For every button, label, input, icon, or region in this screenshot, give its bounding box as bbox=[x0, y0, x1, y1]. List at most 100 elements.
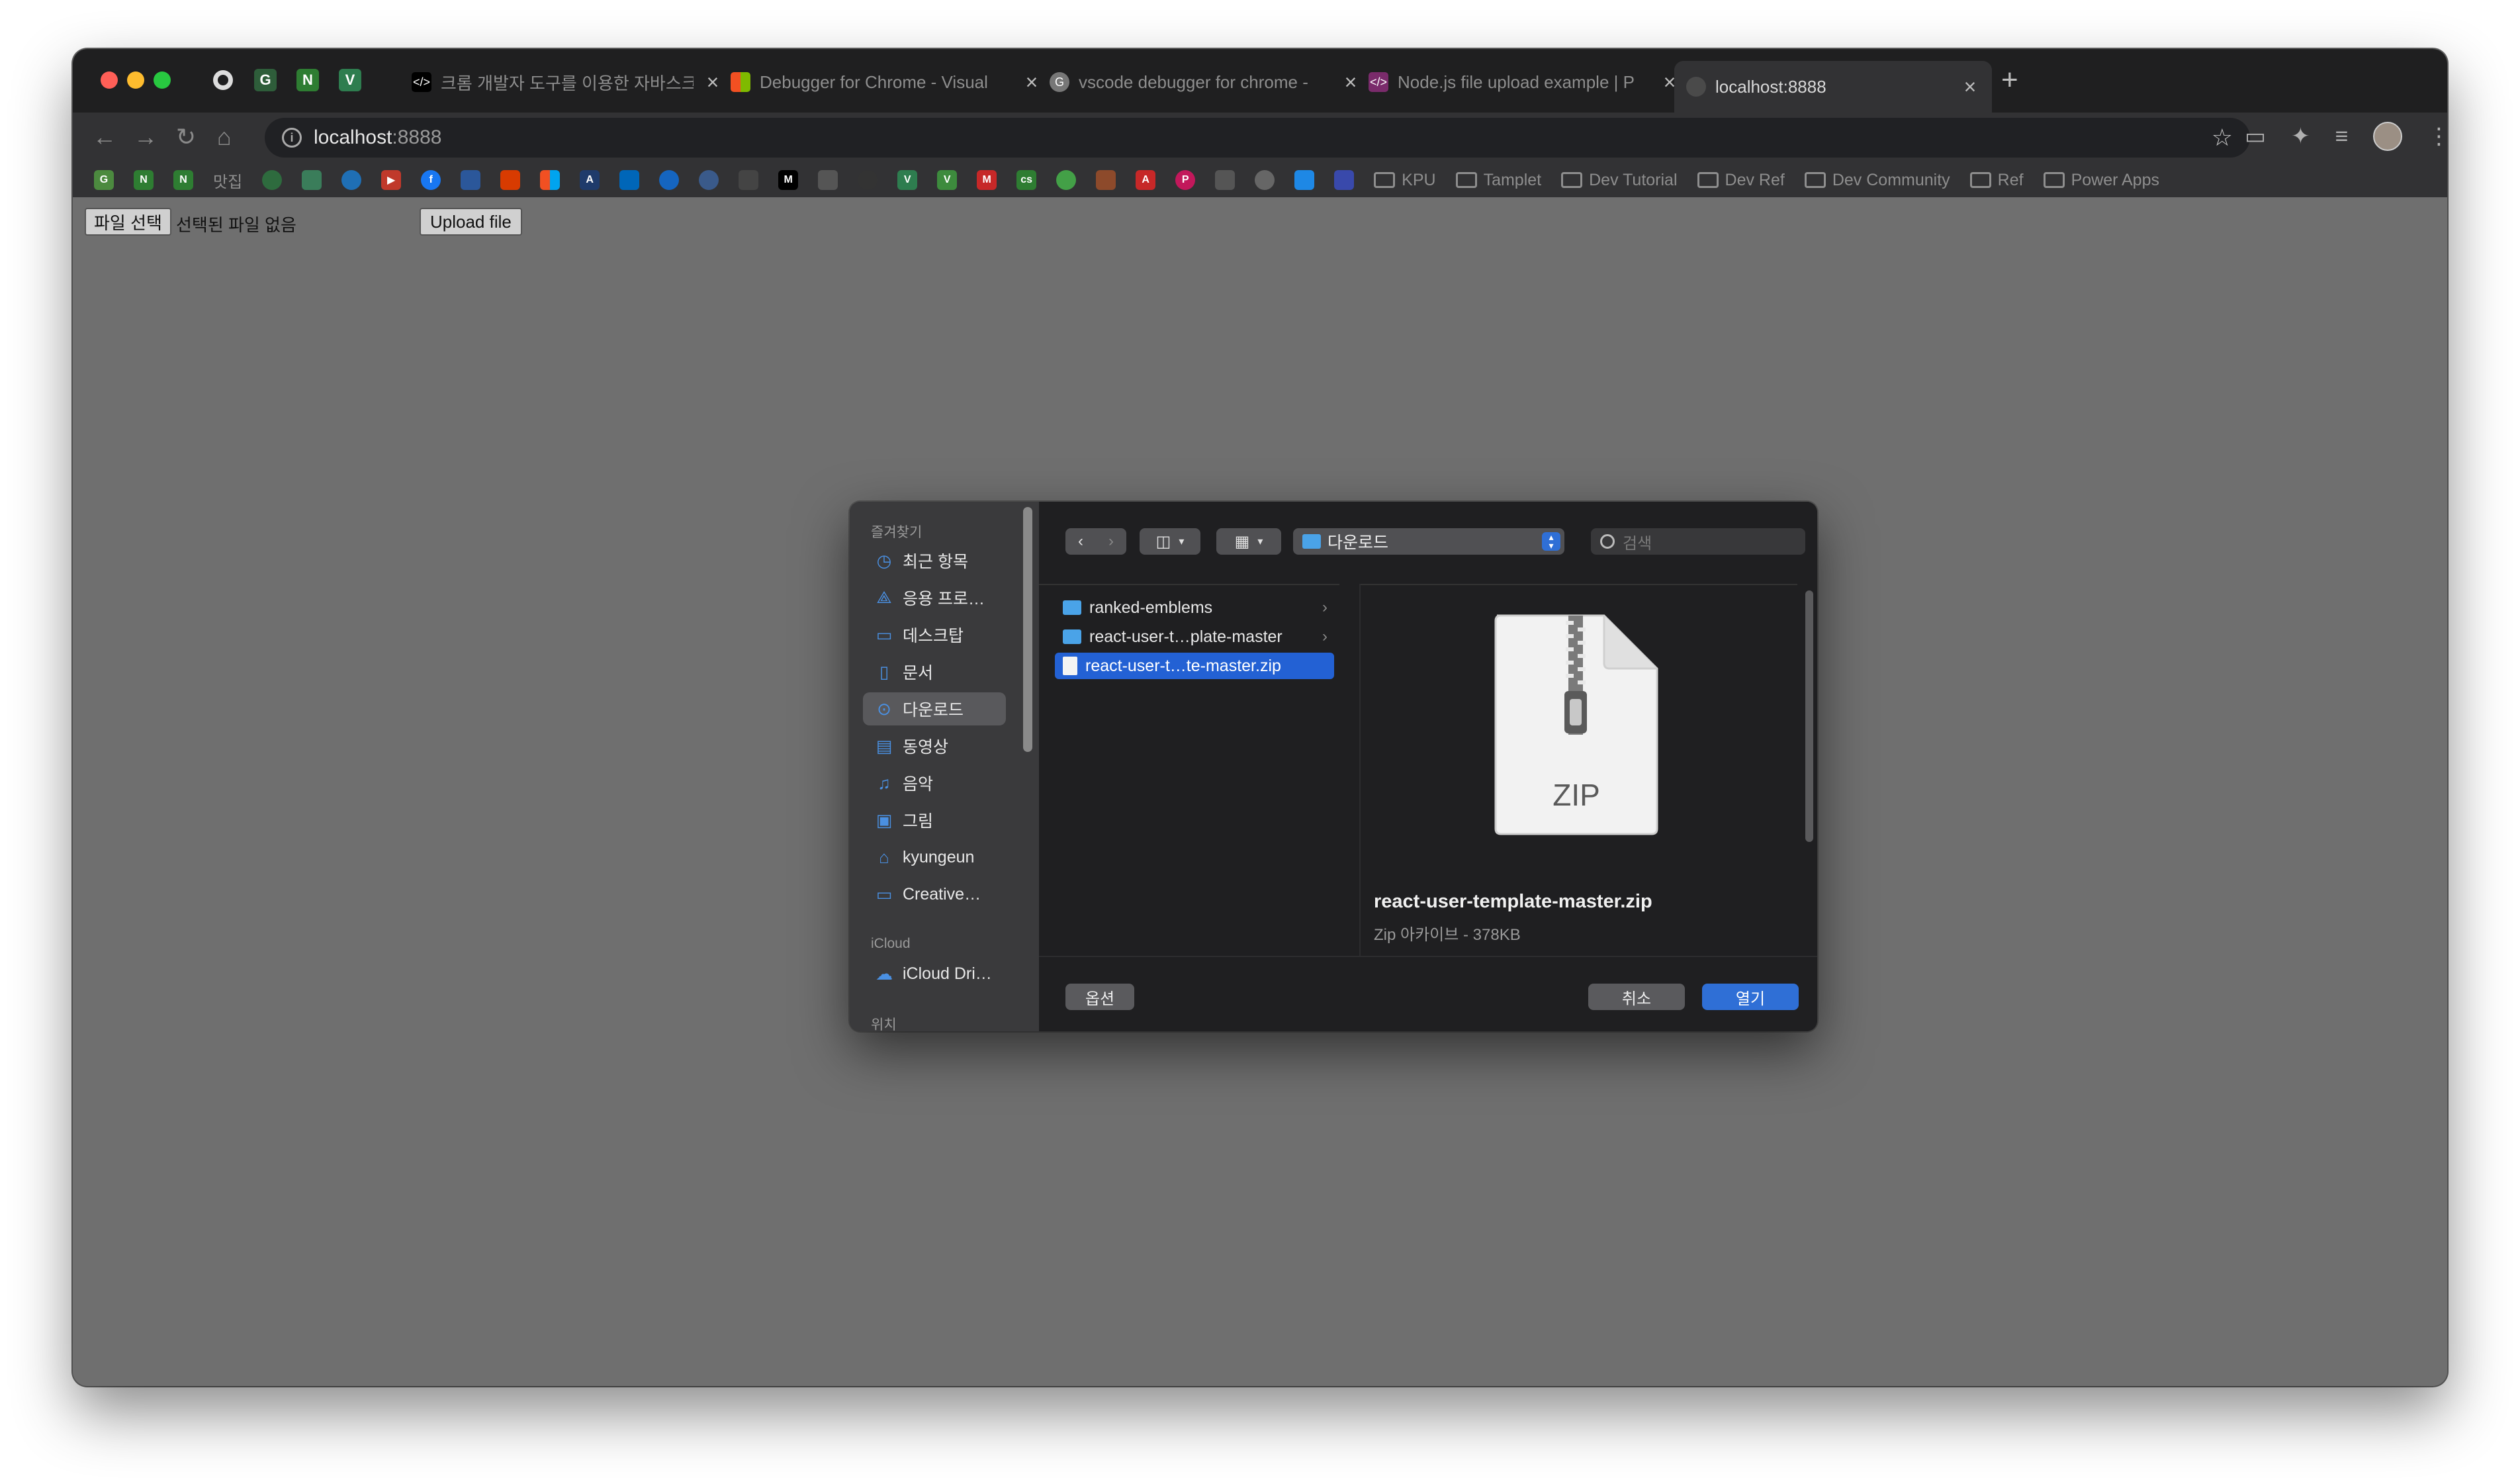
github-icon[interactable] bbox=[212, 69, 234, 91]
site-info-icon[interactable]: i bbox=[282, 128, 302, 148]
extensions-icon[interactable]: ✦ bbox=[2291, 123, 2310, 150]
bookmark-icon[interactable]: cs bbox=[1016, 170, 1037, 190]
sidebar-item-home[interactable]: ⌂ kyungeun bbox=[863, 841, 1006, 874]
bookmark-folder-dev-ref[interactable]: Dev Ref bbox=[1697, 171, 1785, 190]
bookmark-icon[interactable] bbox=[461, 170, 481, 190]
globe-icon[interactable] bbox=[699, 170, 719, 190]
sidebar-item-music[interactable]: ♫ 음악 bbox=[863, 766, 1006, 800]
close-tab-icon[interactable]: × bbox=[703, 70, 723, 95]
bookmark-folder-tamplet[interactable]: Tamplet bbox=[1455, 171, 1541, 190]
bookmark-icon[interactable] bbox=[1215, 170, 1236, 190]
columns-view-button[interactable]: ◫ ▾ bbox=[1140, 528, 1200, 555]
sidebar-item-creative[interactable]: ▭ Creative… bbox=[863, 878, 1006, 911]
cancel-button[interactable]: 취소 bbox=[1588, 984, 1685, 1010]
bookmark-icon[interactable] bbox=[1056, 170, 1077, 190]
forward-icon[interactable]: → bbox=[134, 123, 158, 151]
facebook-icon[interactable]: f bbox=[421, 170, 441, 190]
bookmark-icon[interactable] bbox=[1096, 170, 1116, 190]
bookmark-icon[interactable] bbox=[1334, 170, 1355, 190]
close-tab-icon[interactable]: × bbox=[1022, 70, 1042, 95]
sidebar-item-documents[interactable]: ▯ 문서 bbox=[863, 655, 1006, 688]
choose-file-button[interactable]: 파일 선택 bbox=[85, 208, 171, 236]
cast-icon[interactable]: ▭ bbox=[2245, 123, 2266, 150]
bookmark-icon[interactable] bbox=[341, 170, 362, 190]
bookmark-icon[interactable] bbox=[1255, 170, 1275, 190]
options-button[interactable]: 옵션 bbox=[1065, 984, 1134, 1010]
sidebar-scrollbar[interactable] bbox=[1023, 507, 1032, 752]
sidebar-item-pictures[interactable]: ▣ 그림 bbox=[863, 804, 1006, 837]
bookmark-icon[interactable] bbox=[1294, 170, 1315, 190]
avatar[interactable] bbox=[2373, 122, 2403, 151]
naver-icon[interactable]: N bbox=[173, 170, 193, 190]
grammar-icon[interactable]: G bbox=[254, 69, 277, 91]
gmail-icon[interactable]: M bbox=[977, 170, 997, 190]
view-mode-control[interactable]: ◫ ▾ bbox=[1140, 528, 1200, 555]
medium-icon[interactable]: M bbox=[778, 170, 799, 190]
naver-icon[interactable]: N bbox=[296, 69, 319, 91]
minimize-window-button[interactable] bbox=[127, 71, 144, 89]
vscode-icon[interactable] bbox=[619, 170, 640, 190]
sidebar-item-recents[interactable]: ◷ 최근 항목 bbox=[863, 544, 1006, 577]
vue-icon[interactable]: V bbox=[937, 170, 958, 190]
sidebar-item-desktop[interactable]: ▭ 데스크탑 bbox=[863, 618, 1006, 651]
bookmark-star-icon[interactable]: ☆ bbox=[2212, 124, 2233, 152]
address-bar[interactable]: i localhost :8888 ☆ bbox=[265, 118, 2250, 158]
youtube-icon[interactable]: ▶ bbox=[381, 170, 402, 190]
open-button[interactable]: 열기 bbox=[1702, 984, 1799, 1010]
preview-scrollbar[interactable] bbox=[1803, 584, 1817, 956]
upload-file-button[interactable]: Upload file bbox=[420, 208, 522, 236]
bookmark-icon[interactable]: A bbox=[580, 170, 600, 190]
new-tab-icon[interactable]: + bbox=[2001, 64, 2018, 97]
tab-2[interactable]: Debugger for Chrome - Visual × bbox=[731, 65, 1042, 99]
reading-list-icon[interactable]: ≡ bbox=[2335, 124, 2349, 150]
microsoft-icon[interactable] bbox=[540, 170, 561, 190]
pinterest-icon[interactable]: P bbox=[1175, 170, 1196, 190]
bookmark-label[interactable]: 맛집 bbox=[213, 169, 242, 192]
zoom-window-button[interactable] bbox=[154, 71, 171, 89]
tab-strip: G N V </> 크롬 개발자 도구를 이용한 자바스크립 × Debugge… bbox=[73, 49, 2447, 113]
apple-icon[interactable] bbox=[818, 170, 838, 190]
film-icon: ▤ bbox=[876, 735, 893, 756]
back-icon[interactable]: ‹ bbox=[1078, 532, 1083, 551]
search-field[interactable]: 검색 bbox=[1591, 528, 1805, 555]
tab-1[interactable]: </> 크롬 개발자 도구를 이용한 자바스크립 × bbox=[412, 65, 723, 99]
vue-icon[interactable]: V bbox=[339, 69, 361, 91]
reload-icon[interactable]: ↻ bbox=[176, 123, 196, 151]
cloud-icon[interactable] bbox=[659, 170, 680, 190]
close-tab-icon[interactable]: × bbox=[1960, 75, 1980, 99]
github-icon[interactable] bbox=[858, 170, 878, 190]
bookmark-folder-kpu[interactable]: KPU bbox=[1374, 171, 1436, 190]
list-item[interactable]: react-user-t…plate-master › bbox=[1055, 624, 1334, 650]
bookmark-folder-dev-tutorial[interactable]: Dev Tutorial bbox=[1561, 171, 1678, 190]
bookmark-icon[interactable]: A bbox=[1136, 170, 1156, 190]
group-control[interactable]: ▦ ▾ bbox=[1216, 528, 1281, 555]
vue-icon[interactable]: V bbox=[897, 170, 918, 190]
tab-3[interactable]: G vscode debugger for chrome - × bbox=[1050, 65, 1361, 99]
bookmark-folder-dev-community[interactable]: Dev Community bbox=[1804, 171, 1950, 190]
naver-icon[interactable]: N bbox=[134, 170, 154, 190]
home-icon[interactable]: ⌂ bbox=[217, 123, 232, 151]
sidebar-item-downloads[interactable]: ⊙ 다운로드 bbox=[863, 692, 1006, 725]
sidebar-item-applications[interactable]: ⟁ 응용 프로… bbox=[863, 581, 1006, 614]
forward-icon[interactable]: › bbox=[1108, 532, 1114, 551]
location-popup[interactable]: 다운로드 ▴ ▾ bbox=[1293, 528, 1564, 555]
bookmark-icon[interactable] bbox=[302, 170, 322, 190]
bookmark-icon[interactable] bbox=[262, 170, 283, 190]
close-window-button[interactable] bbox=[101, 71, 118, 89]
sidebar-item-icloud-drive[interactable]: ☁ iCloud Dri… bbox=[863, 957, 1006, 990]
office-icon[interactable] bbox=[500, 170, 521, 190]
bookmark-folder-ref[interactable]: Ref bbox=[1969, 171, 2024, 190]
tab-4[interactable]: </> Node.js file upload example | P × bbox=[1369, 65, 1680, 99]
menu-icon[interactable]: ⋮ bbox=[2427, 123, 2447, 150]
sidebar-item-movies[interactable]: ▤ 동영상 bbox=[863, 729, 1006, 763]
grid-view-button[interactable]: ▦ ▾ bbox=[1216, 528, 1281, 555]
list-item[interactable]: ranked-emblems › bbox=[1055, 594, 1334, 621]
scrollbar-thumb[interactable] bbox=[1805, 590, 1813, 842]
bookmark-icon[interactable]: G bbox=[94, 170, 114, 190]
bookmark-folder-power-apps[interactable]: Power Apps bbox=[2043, 171, 2159, 190]
tab-localhost[interactable]: localhost:8888 × bbox=[1674, 61, 1992, 113]
close-tab-icon[interactable]: × bbox=[1341, 70, 1361, 95]
list-item-selected[interactable]: react-user-t…te-master.zip bbox=[1055, 653, 1334, 679]
back-icon[interactable]: ← bbox=[93, 123, 116, 151]
bookmark-icon[interactable] bbox=[739, 170, 759, 190]
